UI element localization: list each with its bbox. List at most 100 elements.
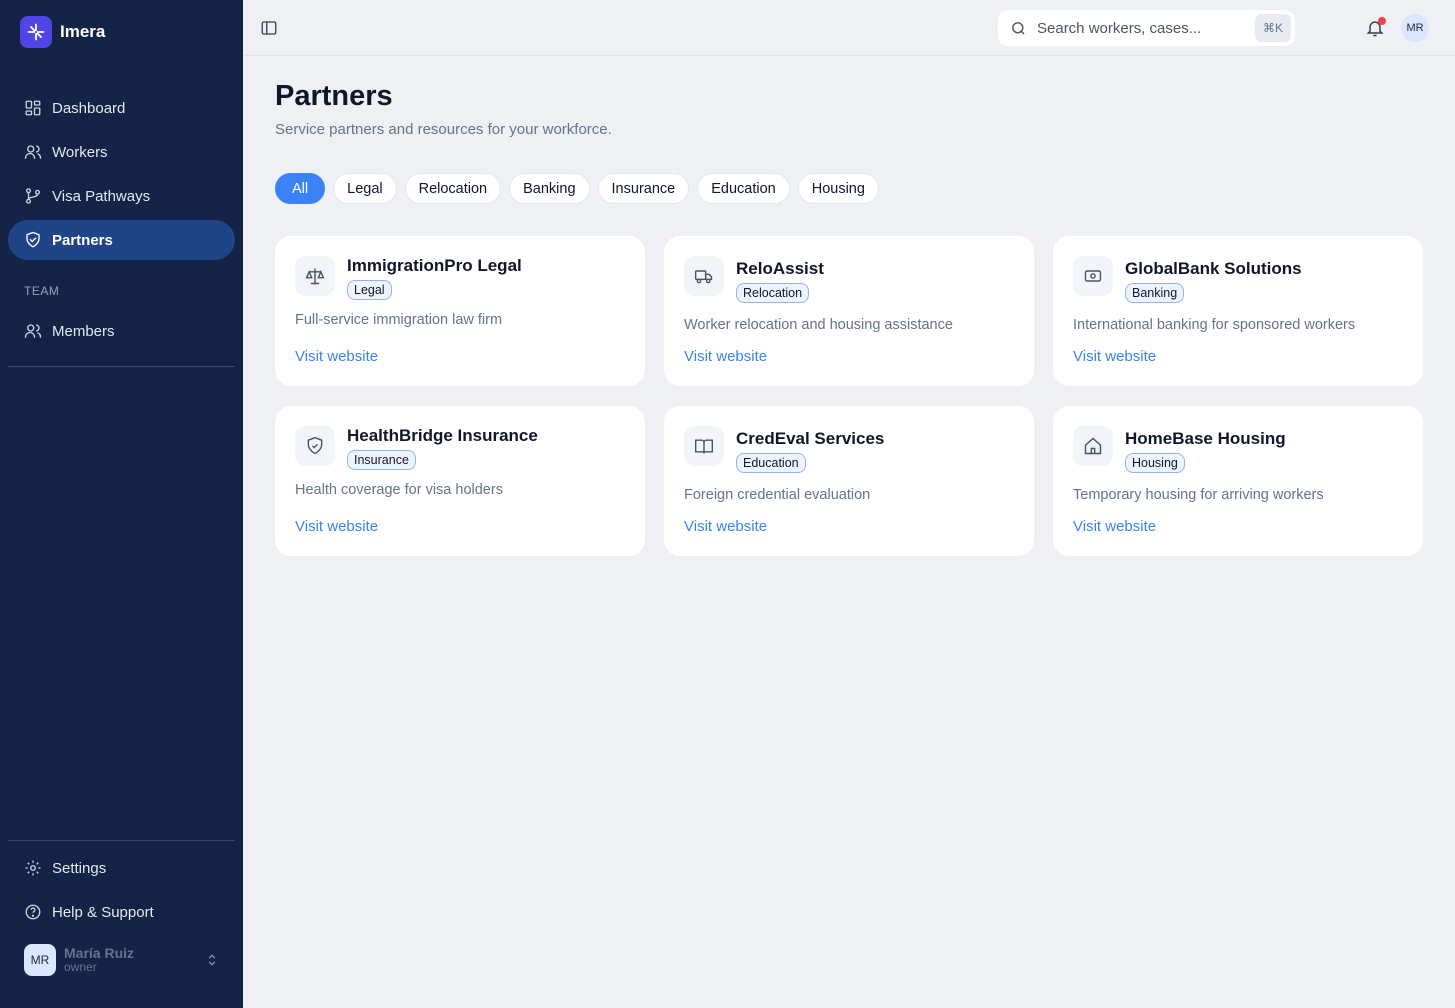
sidebar-item-settings[interactable]: Settings — [8, 848, 235, 888]
sidebar-item-help[interactable]: Help & Support — [8, 892, 235, 932]
gear-icon — [25, 860, 41, 876]
partner-icon-box — [684, 256, 724, 296]
sidebar-item-label: Settings — [52, 859, 107, 877]
sidebar-item-label: Dashboard — [52, 99, 126, 117]
shortcut-badge: ⌘K — [1255, 14, 1291, 42]
sidebar-item-partners[interactable]: Partners — [8, 220, 235, 260]
page-subtitle: Service partners and resources for your … — [275, 121, 612, 138]
logo-icon — [20, 16, 52, 48]
sidebar-divider — [8, 366, 235, 367]
help-icon — [25, 904, 41, 920]
partner-description: Full-service immigration law firm — [295, 312, 503, 328]
partner-icon-box — [1073, 426, 1113, 466]
category-badge: Insurance — [347, 450, 416, 470]
search-icon — [1012, 21, 1025, 35]
card-head: CredEval Services Education — [736, 429, 884, 473]
filter-relocation[interactable]: Relocation — [404, 173, 502, 204]
team-section-label: TEAM — [24, 284, 60, 298]
avatar[interactable]: MR — [1401, 14, 1429, 42]
partner-grid: ImmigrationPro Legal Legal Full-service … — [275, 236, 1423, 556]
page-title: Partners — [275, 80, 393, 112]
brand[interactable]: Imera — [20, 16, 105, 48]
partner-card: HealthBridge Insurance Insurance Health … — [275, 406, 645, 556]
truck-icon — [694, 270, 713, 284]
topbar: ⌘K MR — [243, 0, 1455, 56]
partner-name: GlobalBank Solutions — [1125, 259, 1302, 278]
users-icon — [24, 145, 42, 159]
scale-icon — [305, 268, 325, 285]
app-name: Imera — [60, 22, 106, 41]
filter-all[interactable]: All — [275, 173, 326, 204]
sidebar-item-members[interactable]: Members — [8, 311, 235, 351]
handshake-icon — [26, 231, 40, 248]
partner-icon-box — [1073, 256, 1113, 296]
book-open-icon — [694, 439, 714, 454]
visit-website-link[interactable]: Visit website — [295, 518, 378, 535]
partner-description: Foreign credential evaluation — [684, 487, 871, 503]
visit-website-link[interactable]: Visit website — [1073, 518, 1156, 535]
filter-legal[interactable]: Legal — [333, 173, 397, 204]
main-nav: Dashboard Workers Visa Pathways Partners — [8, 88, 235, 264]
partner-description: Temporary housing for arriving workers — [1073, 487, 1324, 503]
visit-website-link[interactable]: Visit website — [684, 348, 767, 365]
category-badge: Housing — [1125, 453, 1185, 473]
team-nav: Members — [8, 311, 235, 355]
banknote-icon — [1084, 270, 1102, 282]
user-role: owner — [64, 960, 97, 975]
sidebar-item-workers[interactable]: Workers — [8, 132, 235, 172]
users-icon — [24, 324, 42, 338]
filter-education[interactable]: Education — [697, 173, 790, 204]
partner-icon-box — [684, 426, 724, 466]
visit-website-link[interactable]: Visit website — [684, 518, 767, 535]
partner-name: HealthBridge Insurance — [347, 426, 538, 445]
sidebar-divider — [8, 840, 235, 841]
sidebar-item-label: Visa Pathways — [52, 187, 151, 205]
search-input[interactable] — [1037, 19, 1237, 37]
sidebar-item-label: Members — [52, 322, 115, 340]
card-head: GlobalBank Solutions Banking — [1125, 259, 1302, 303]
partner-card: ImmigrationPro Legal Legal Full-service … — [275, 236, 645, 386]
visit-website-link[interactable]: Visit website — [1073, 348, 1156, 365]
card-head: ImmigrationPro Legal Legal — [347, 256, 522, 300]
filter-insurance[interactable]: Insurance — [597, 173, 690, 204]
bottom-nav: Settings Help & Support — [8, 848, 235, 936]
partner-card: ReloAssist Relocation Worker relocation … — [664, 236, 1034, 386]
search-bar[interactable]: ⌘K — [998, 10, 1295, 46]
user-name: María Ruiz — [64, 945, 135, 962]
sidebar-item-visa-pathways[interactable]: Visa Pathways — [8, 176, 235, 216]
partner-icon-box — [295, 426, 335, 466]
partner-description: International banking for sponsored work… — [1073, 317, 1356, 333]
shield-check-icon — [307, 436, 323, 455]
sidebar-item-dashboard[interactable]: Dashboard — [8, 88, 235, 128]
category-badge: Banking — [1125, 283, 1185, 303]
partner-name: HomeBase Housing — [1125, 429, 1286, 448]
card-head: ReloAssist Relocation — [736, 259, 824, 303]
partner-card: CredEval Services Education Foreign cred… — [664, 406, 1034, 556]
partner-card: HomeBase Housing Housing Temporary housi… — [1053, 406, 1423, 556]
sidebar-toggle-icon[interactable] — [260, 19, 278, 37]
user-menu[interactable]: MR María Ruiz owner — [24, 944, 219, 976]
partner-name: CredEval Services — [736, 429, 885, 448]
partner-name: ReloAssist — [736, 259, 824, 278]
category-filters: All Legal Relocation Banking Insurance E… — [275, 173, 879, 204]
card-head: HealthBridge Insurance Insurance — [347, 426, 538, 470]
partner-name: ImmigrationPro Legal — [347, 256, 522, 275]
sidebar-item-label: Partners — [52, 231, 113, 249]
category-badge: Education — [736, 453, 806, 473]
avatar: MR — [24, 944, 56, 976]
sidebar: Imera Dashboard Workers Visa Pathways Pa… — [0, 0, 243, 1008]
sidebar-item-label: Help & Support — [52, 903, 154, 921]
card-head: HomeBase Housing Housing — [1125, 429, 1286, 473]
filter-housing[interactable]: Housing — [797, 173, 879, 204]
filter-banking[interactable]: Banking — [509, 173, 590, 204]
chevron-up-down-icon — [208, 954, 216, 966]
home-icon — [1084, 437, 1102, 455]
user-info: María Ruiz owner — [64, 945, 197, 975]
sidebar-item-label: Workers — [52, 143, 108, 161]
category-badge: Relocation — [736, 283, 810, 303]
git-branch-icon — [25, 188, 41, 204]
notification-dot — [1378, 17, 1386, 25]
partner-icon-box — [295, 256, 335, 296]
visit-website-link[interactable]: Visit website — [295, 348, 378, 365]
partner-description: Health coverage for visa holders — [295, 482, 503, 498]
